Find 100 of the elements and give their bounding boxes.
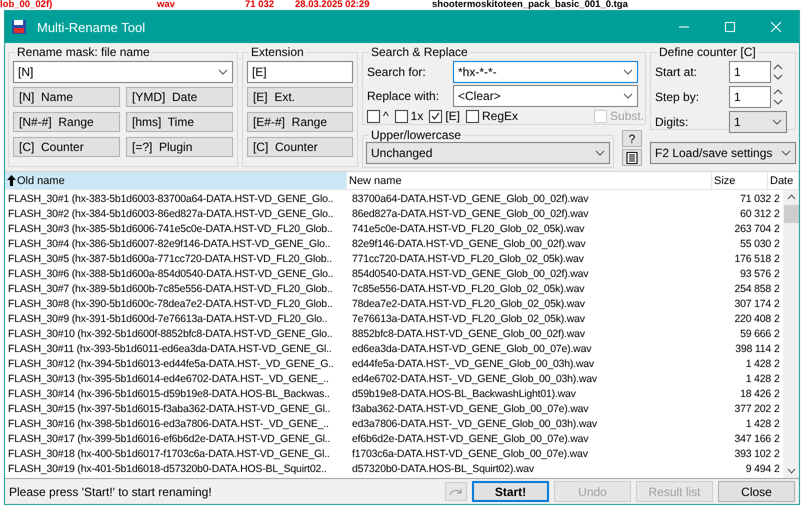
spin-arrows-icon[interactable] — [773, 87, 785, 107]
table-cell-text: FLASH_30#8 (hx-390-5b1d600c-78dea7e2-DATA.HST-VD_FL20_Glob.. — [7, 298, 334, 310]
table-cell-text: d59b19e8-DATA.HOS-BL_BackwashLight01).wav — [351, 388, 577, 400]
table-cell-text: ed6ea3da-DATA.HST-VD_GENE_Glob_00_07e).wav — [351, 342, 592, 354]
table-cell-text: 398 114 — [734, 342, 772, 354]
close-icon — [771, 22, 781, 32]
help-button[interactable]: ? — [622, 130, 642, 147]
table-cell-text: ed44fe5a-DATA.HST-_VD_GENE_Glob_00_03h).wav — [351, 358, 595, 370]
table-cell-text: 2 — [773, 238, 781, 250]
table-cell-text: 2 — [773, 328, 781, 340]
table-cell-text: 307 174 — [733, 298, 772, 310]
placeholder-button[interactable]: [E] Ext. — [246, 87, 353, 107]
checkbox[interactable] — [466, 110, 479, 122]
table-cell-text: 7c85e556-DATA.HST-VD_FL20_Glob_02_05k).wav — [351, 282, 586, 294]
table-cell-text: 2 — [773, 252, 781, 264]
status-message: Please press 'Start!' to start renaming! — [9, 484, 213, 498]
checkbox-label: [E] — [445, 109, 460, 123]
placeholder-button[interactable]: [hms] Time — [126, 112, 233, 132]
checkbox[interactable] — [367, 110, 380, 122]
search-combo[interactable]: *hx-*-*- — [453, 61, 638, 83]
dialog-button[interactable]: Start! — [472, 481, 549, 502]
table-cell-text: 7e76613a-DATA.HST-VD_FL20_Glob_02_05k).wav — [351, 312, 586, 324]
extension-field[interactable]: [E] — [246, 61, 353, 83]
placeholder-button[interactable]: [C] Counter — [13, 137, 120, 157]
placeholder-button[interactable]: [N] Name — [13, 87, 120, 107]
table-cell-text: 377 202 — [733, 402, 772, 414]
table-cell-text: FLASH_30#16 (hx-398-5b1d6016-ed3a7806-DATA.HST-_VD_GENE_.. — [7, 418, 330, 430]
table-cell-text: 2 — [773, 298, 781, 310]
table-cell-text: 2 — [773, 282, 781, 294]
table-cell-text: 60 312 — [739, 208, 772, 220]
checkbox-label: 1x — [410, 109, 424, 123]
background-text: 28.03.2025 02:29 — [295, 0, 370, 10]
table-cell-text: 93 576 — [739, 268, 772, 280]
table-cell-text: 2 — [773, 268, 781, 280]
placeholder-button[interactable]: [=?] Plugin — [126, 137, 233, 157]
scrollbar[interactable] — [783, 190, 799, 478]
case-combo[interactable]: Unchanged — [366, 142, 610, 164]
checkbox[interactable] — [429, 110, 442, 122]
column-header[interactable]: Size — [712, 172, 768, 189]
placeholder-button[interactable]: [N#-#] Range — [13, 112, 120, 132]
table-cell-text: FLASH_30#11 (hx-393-5b1d6011-ed6ea3da-DATA.HST-VD_GENE_Gl.. — [7, 342, 333, 354]
table-cell-text: 2 — [773, 222, 781, 234]
table-cell-text: 2 — [773, 312, 781, 324]
spin-arrows-icon[interactable] — [773, 62, 785, 82]
table-cell-text: f1703c6a-DATA.HST-VD_GENE_Glob_00_07e).wav — [351, 448, 589, 460]
table-cell-text: FLASH_30#13 (hx-395-5b1d6014-ed4e6702-DATA.HST-_VD_GENE_.. — [7, 372, 330, 384]
counter-field[interactable]: 1 — [729, 61, 771, 83]
digits-combo[interactable]: 1 — [729, 111, 787, 133]
table-cell-text: ed3a7806-DATA.HST-_VD_GENE_Glob_00_03h).wav — [351, 418, 598, 430]
counter-field[interactable]: 1 — [729, 86, 771, 108]
table-cell-text: ed4e6702-DATA.HST-_VD_GENE_Glob_00_03h).wav — [351, 372, 598, 384]
placeholder-button[interactable]: [YMD] Date — [126, 87, 233, 107]
table-cell-text: FLASH_30#17 (hx-399-5b1d6016-ef6b6d2e-DATA.HST-VD_GENE_Gl.. — [7, 432, 332, 444]
window-title: Multi-Rename Tool — [37, 20, 146, 34]
scroll-thumb[interactable] — [784, 205, 799, 223]
table-cell-text: 2 — [773, 192, 781, 204]
dialog-button[interactable]: Close — [718, 481, 795, 502]
table-cell-text: 2 — [773, 462, 781, 474]
table-cell-text: 347 166 — [733, 432, 772, 444]
sort-arrow-icon — [7, 175, 16, 186]
field-label: Replace with: — [367, 89, 440, 103]
rename-mask-combo[interactable]: [N] — [13, 61, 233, 83]
table-cell-text: 18 426 — [739, 388, 772, 400]
settings-combo[interactable]: F2 Load/save settings — [650, 142, 796, 164]
table-cell-text: FLASH_30#5 (hx-387-5b1d600a-771cc720-DATA.HST-VD_FL20_Glob.. — [7, 252, 333, 264]
table-cell-text: 2 — [773, 342, 781, 354]
table-cell-text: 59 666 — [739, 328, 772, 340]
table-cell-text: 2 — [773, 388, 781, 400]
table-cell-text: 71 032 — [739, 192, 772, 204]
table-cell-text: 741e5c0e-DATA.HST-VD_FL20_Glob_02_05k).wav — [351, 222, 586, 234]
table-cell-text: 2 — [773, 432, 781, 444]
table-cell-text: 86ed827a-DATA.HST-VD_GENE_Glob_00_02f).wav — [351, 208, 590, 220]
table-cell-text: f3aba362-DATA.HST-VD_GENE_Glob_00_07e).wav — [351, 402, 590, 414]
table-cell-text: FLASH_30#18 (hx-400-5b1d6017-f1703c6a-DATA.HST-VD_GENE_Gl.. — [7, 448, 331, 460]
table-cell-text: 1 428 — [744, 418, 772, 430]
checkbox-label: ^ — [383, 109, 389, 123]
table-cell-text: 254 858 — [733, 282, 772, 294]
column-header[interactable]: New name — [347, 172, 712, 189]
document-icon — [626, 152, 638, 164]
placeholder-button[interactable]: [C] Counter — [246, 137, 353, 157]
table-cell-text: 8852bfc8-DATA.HST-VD_GENE_Glob_00_02f).wav — [351, 328, 586, 340]
table-cell-text: 2 — [773, 418, 781, 430]
field-label: Start at: — [655, 65, 698, 79]
table-cell-text: 9 494 — [744, 462, 772, 474]
placeholder-button[interactable]: [E#-#] Range — [246, 112, 353, 132]
table-cell-text: 2 — [773, 372, 781, 384]
background-text: shootermoskitoteen_pack_basic_001_0.tga — [432, 0, 628, 10]
checkbox[interactable] — [394, 110, 408, 122]
replace-combo[interactable]: <Clear> — [453, 85, 638, 107]
column-header[interactable]: Old name — [5, 172, 347, 189]
table-cell-text: FLASH_30#3 (hx-385-5b1d6006-741e5c0e-DATA.HST-VD_FL20_Glob.. — [7, 222, 334, 234]
checkbox-label: Subst. — [610, 109, 644, 123]
table-cell-text: 393 102 — [733, 448, 772, 460]
table-cell-text: 2 — [773, 402, 781, 414]
table-cell-text: 1 428 — [744, 372, 772, 384]
notes-button[interactable] — [622, 149, 642, 166]
table-cell-text: 771cc720-DATA.HST-VD_FL20_Glob_02_05k).wav — [351, 252, 585, 264]
table-cell-text: FLASH_30#19 (hx-401-5b1d6018-d57320b0-DATA.HOS-BL_Squirt02.. — [7, 462, 328, 474]
column-header[interactable]: Date — [768, 172, 799, 189]
table-cell-text: FLASH_30#15 (hx-397-5b1d6015-f3aba362-DATA.HST-VD_GENE_Gl.. — [7, 402, 332, 414]
